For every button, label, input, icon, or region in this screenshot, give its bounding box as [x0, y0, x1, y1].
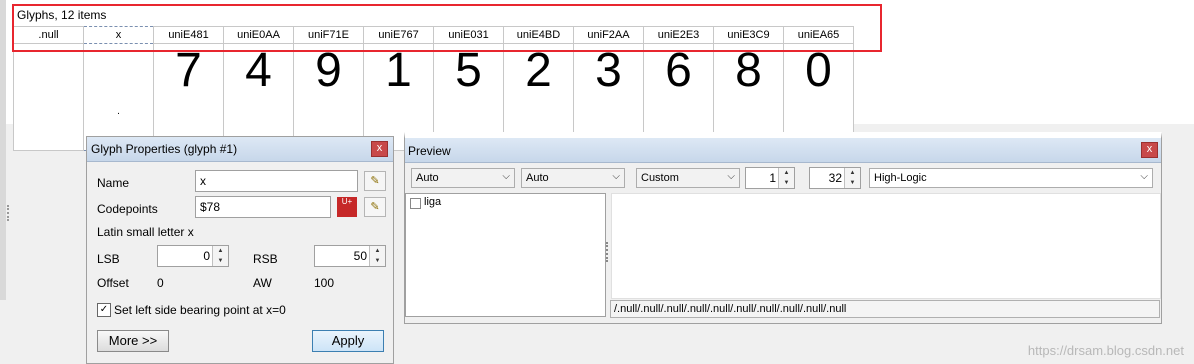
rsb-label: RSB: [253, 252, 278, 266]
name-label: Name: [97, 176, 130, 190]
script-select[interactable]: Auto ⌵: [411, 168, 515, 188]
glyph-properties-title: Glyph Properties (glyph #1): [91, 142, 238, 156]
stepper-arrows-icon[interactable]: ▲ ▼: [212, 246, 228, 266]
glyph-cell[interactable]: 4: [223, 43, 294, 151]
glyph-cell[interactable]: 9: [293, 43, 364, 151]
preview-titlebar[interactable]: Preview x: [405, 138, 1161, 163]
size-mode-select-value: Custom: [641, 172, 679, 184]
preview-canvas[interactable]: [611, 193, 1161, 299]
preview-title: Preview: [408, 144, 451, 158]
preview-panel: Preview x Auto ⌵ Auto ⌵ Custom ⌵ 1 ▲ ▼ 32…: [404, 132, 1162, 324]
aw-value: 100: [314, 276, 335, 290]
lsb-checkbox-label: Set left side bearing point at x=0: [114, 303, 286, 317]
script-select-value: Auto: [416, 172, 439, 184]
close-icon[interactable]: x: [1141, 142, 1158, 158]
glyph-cell[interactable]: [13, 43, 84, 151]
glyph-description: Latin small letter x: [97, 225, 194, 239]
more-button[interactable]: More >>: [97, 330, 169, 352]
highlight-box: [12, 4, 882, 52]
glyph-properties-panel: Glyph Properties (glyph #1) x Name x ✎ C…: [86, 136, 394, 364]
rsb-stepper[interactable]: 50 ▲ ▼: [314, 245, 386, 267]
codepoints-label: Codepoints: [97, 202, 158, 216]
stepper-arrows-icon[interactable]: ▲ ▼: [778, 168, 794, 188]
glyph-cell-selected[interactable]: .: [83, 43, 154, 151]
features-list[interactable]: liga: [405, 193, 606, 317]
splitter-grip[interactable]: [7, 205, 11, 221]
close-icon[interactable]: x: [371, 141, 388, 157]
lsb-stepper[interactable]: 0 ▲ ▼: [157, 245, 229, 267]
renderer-select[interactable]: High-Logic ⌵: [869, 168, 1153, 188]
stepper-arrows-icon[interactable]: ▲ ▼: [369, 246, 385, 266]
point-size-value: 32: [828, 171, 842, 185]
glyph-properties-titlebar[interactable]: Glyph Properties (glyph #1) x: [87, 137, 393, 162]
rsb-value: 50: [353, 249, 367, 263]
point-size-stepper[interactable]: 32 ▲ ▼: [809, 167, 861, 189]
chevron-down-icon: ⌵: [1140, 171, 1148, 182]
edit-codepoints-icon[interactable]: ✎: [364, 197, 386, 217]
language-select-value: Auto: [526, 172, 549, 184]
size-mode-select[interactable]: Custom ⌵: [636, 168, 740, 188]
codepoints-field[interactable]: $78: [195, 196, 331, 218]
liga-checkbox[interactable]: [410, 198, 421, 209]
liga-label: liga: [424, 196, 442, 208]
name-field[interactable]: x: [195, 170, 358, 192]
zoom-stepper[interactable]: 1 ▲ ▼: [745, 167, 795, 189]
unicode-icon[interactable]: U+: [337, 197, 357, 217]
preview-glyph-string[interactable]: /.null/.null/.null/.null/.null/.null/.nu…: [610, 300, 1160, 318]
lsb-label: LSB: [97, 252, 120, 266]
lsb-value: 0: [203, 249, 210, 263]
offset-value: 0: [157, 276, 164, 290]
stepper-arrows-icon[interactable]: ▲ ▼: [844, 168, 860, 188]
language-select[interactable]: Auto ⌵: [521, 168, 625, 188]
glyph-cell[interactable]: 7: [153, 43, 224, 151]
aw-label: AW: [253, 276, 272, 290]
apply-button[interactable]: Apply: [312, 330, 384, 352]
chevron-down-icon: ⌵: [612, 171, 620, 182]
splitter-grip[interactable]: [606, 242, 608, 262]
offset-label: Offset: [97, 276, 129, 290]
chevron-down-icon: ⌵: [502, 171, 510, 182]
edit-name-icon[interactable]: ✎: [364, 171, 386, 191]
lsb-checkbox[interactable]: ✓: [97, 303, 111, 317]
watermark: https://drsam.blog.csdn.net: [1027, 343, 1184, 358]
renderer-select-value: High-Logic: [874, 172, 927, 184]
zoom-value: 1: [769, 171, 776, 185]
chevron-down-icon: ⌵: [727, 171, 735, 182]
